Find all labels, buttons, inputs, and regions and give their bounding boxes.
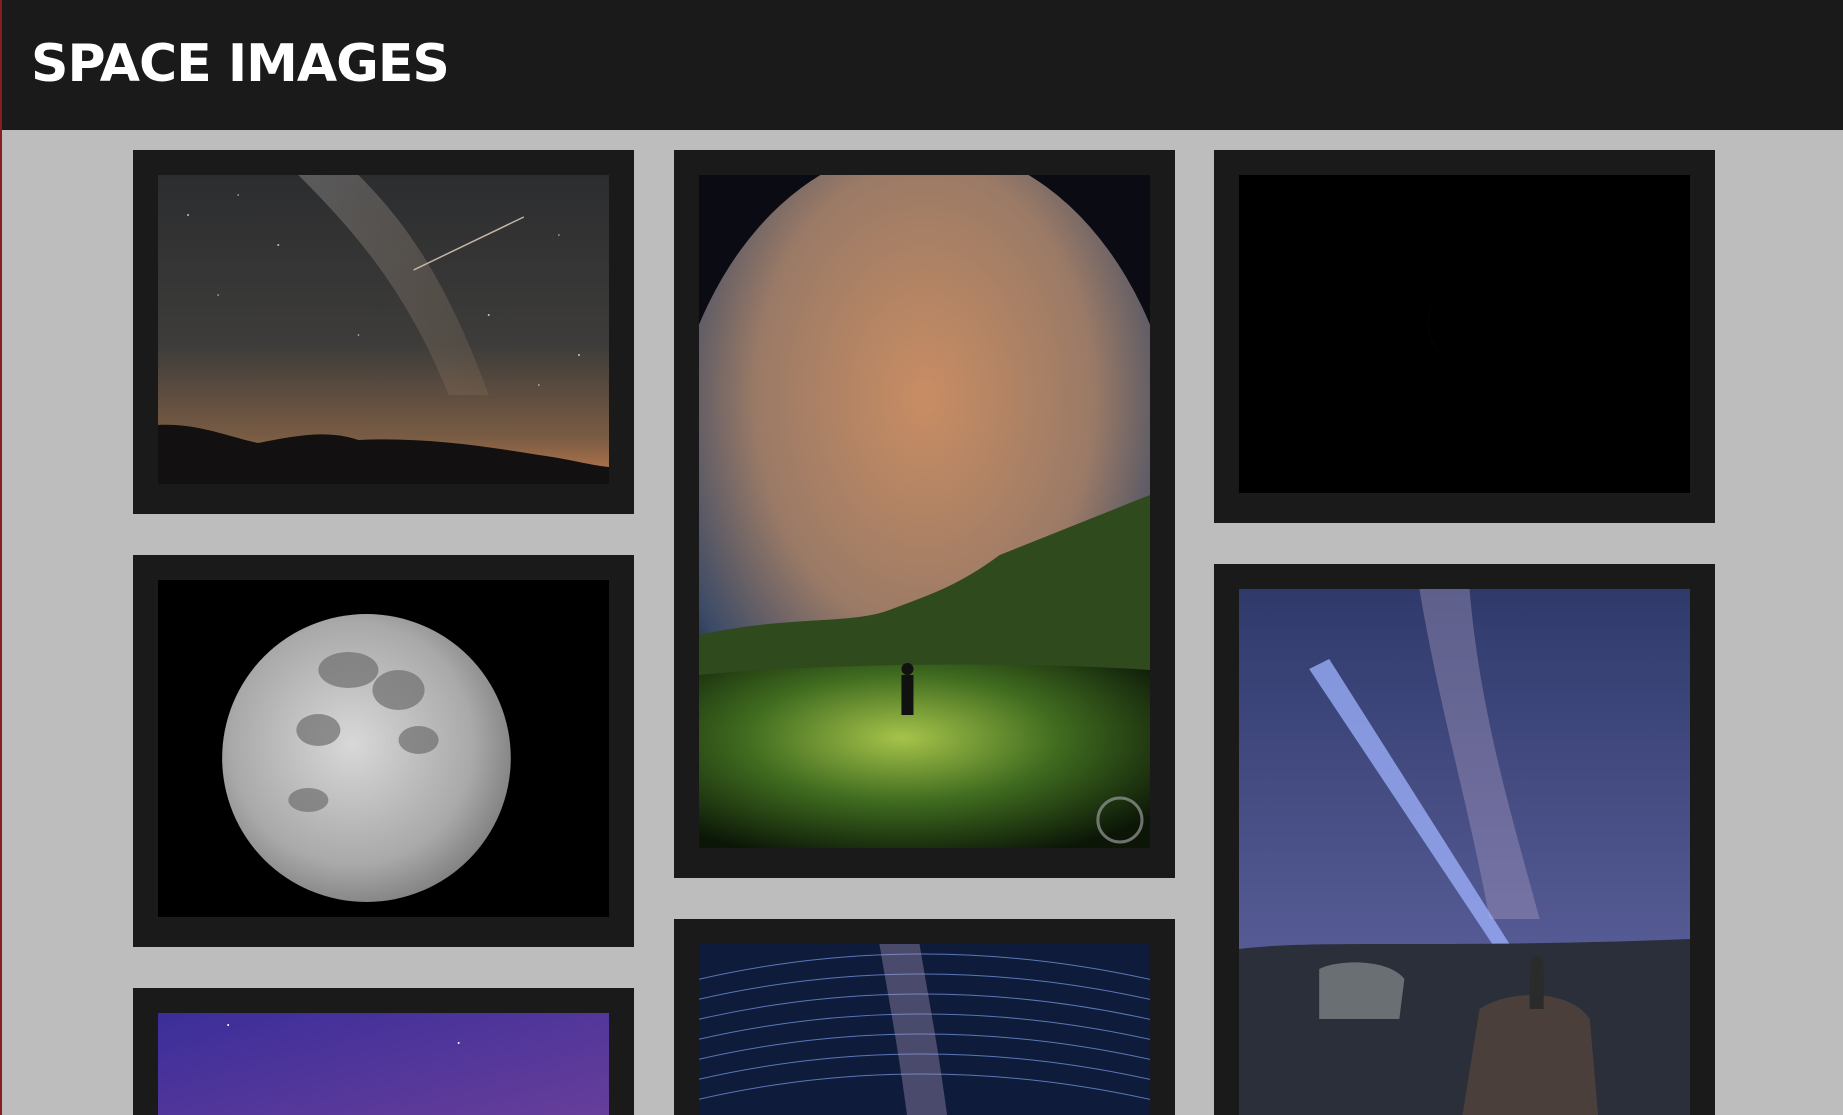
gallery-card-star-trails[interactable]: [674, 919, 1175, 1115]
flashlight-beam-image: [1239, 589, 1690, 1115]
site-header: Space Images: [2, 0, 1843, 130]
gallery-card-full-moon[interactable]: [133, 555, 634, 947]
half-moon-image: [1239, 175, 1690, 493]
gallery-card-purple-sky[interactable]: [133, 988, 634, 1115]
gallery-card-half-moon[interactable]: [1214, 150, 1715, 523]
gallery-card-fisheye-night[interactable]: [674, 150, 1175, 878]
page-title: Space Images: [31, 34, 450, 94]
gallery-card-milky-way[interactable]: [133, 150, 634, 514]
star-trails-image: [699, 944, 1150, 1115]
fisheye-night-image: [699, 175, 1150, 848]
full-moon-image: [158, 580, 609, 917]
purple-sky-image: [158, 1013, 609, 1115]
page: Space Images: [0, 0, 1843, 1115]
gallery-card-flashlight-beam[interactable]: [1214, 564, 1715, 1115]
milky-way-image: [158, 175, 609, 484]
